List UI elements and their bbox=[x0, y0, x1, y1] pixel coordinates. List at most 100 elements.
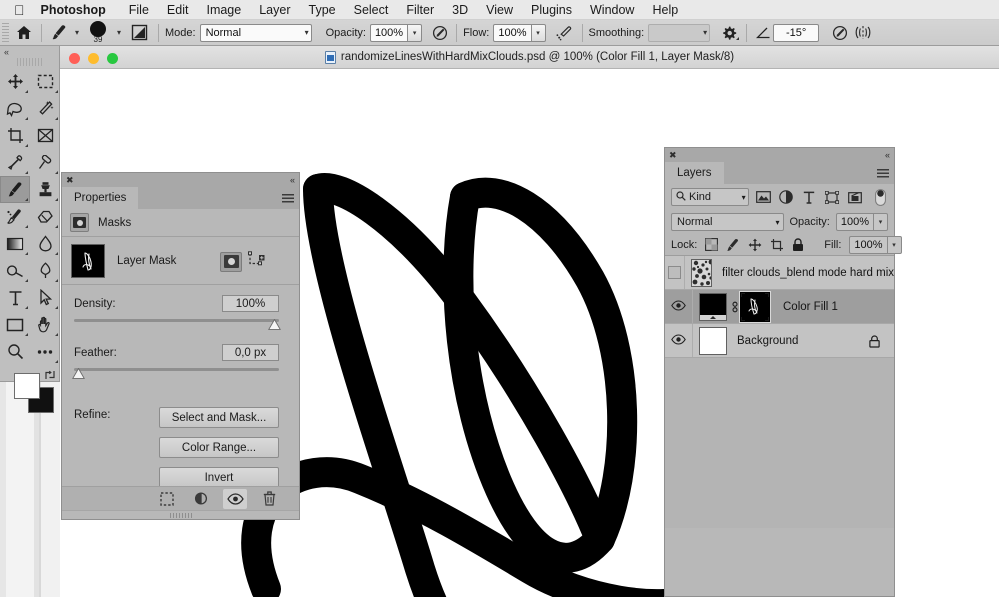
layer-thumbnail-clouds[interactable] bbox=[691, 258, 713, 287]
tool-clone-stamp[interactable] bbox=[30, 176, 60, 203]
options-bar-grip[interactable] bbox=[2, 22, 9, 43]
density-slider[interactable] bbox=[74, 316, 281, 330]
menu-layer[interactable]: Layer bbox=[250, 0, 299, 20]
tool-eyedropper[interactable] bbox=[0, 149, 30, 176]
apple-menu-icon[interactable]:  bbox=[0, 3, 37, 17]
feather-slider-knob[interactable] bbox=[72, 366, 85, 379]
layer-thumbnail-background[interactable] bbox=[699, 326, 727, 355]
tool-path-selection[interactable] bbox=[30, 284, 60, 311]
tools-collapse-chevrons-icon[interactable]: « bbox=[0, 46, 59, 58]
pressure-opacity-icon[interactable] bbox=[430, 25, 450, 41]
close-icon[interactable]: ✖ bbox=[66, 175, 74, 185]
gear-icon[interactable] bbox=[718, 25, 740, 41]
lock-transparent-pixels-icon[interactable] bbox=[705, 237, 719, 252]
menu-help[interactable]: Help bbox=[643, 0, 687, 20]
layer-mask-thumbnail[interactable] bbox=[741, 292, 769, 321]
menu-window[interactable]: Window bbox=[581, 0, 643, 20]
zoom-button[interactable] bbox=[107, 53, 118, 64]
flow-stepper[interactable]: ▾ bbox=[531, 23, 546, 42]
brush-panel-icon[interactable] bbox=[126, 24, 152, 41]
menu-filter[interactable]: Filter bbox=[397, 0, 443, 20]
tool-dodge[interactable] bbox=[0, 257, 30, 284]
lock-all-icon[interactable] bbox=[792, 237, 804, 252]
color-range-button[interactable]: Color Range... bbox=[159, 437, 279, 458]
tab-layers[interactable]: Layers bbox=[665, 162, 724, 184]
filter-type-layers-icon[interactable] bbox=[801, 189, 817, 205]
layer-mask-thumbnail[interactable] bbox=[71, 243, 105, 278]
tool-healing-brush[interactable] bbox=[30, 149, 60, 176]
layer-visibility-toggle[interactable] bbox=[665, 256, 686, 289]
tool-move[interactable] bbox=[0, 68, 30, 95]
delete-mask-icon[interactable] bbox=[257, 489, 281, 509]
pixel-mask-icon[interactable] bbox=[220, 251, 242, 272]
menu-type[interactable]: Type bbox=[300, 0, 345, 20]
apply-mask-icon[interactable] bbox=[189, 489, 213, 509]
collapse-chevrons-icon[interactable]: « bbox=[290, 175, 295, 185]
tool-rectangular-marquee[interactable] bbox=[30, 68, 60, 95]
tool-magic-wand[interactable] bbox=[30, 95, 60, 122]
table-row[interactable]: Color Fill 1 bbox=[665, 290, 894, 324]
menu-file[interactable]: File bbox=[120, 0, 158, 20]
menu-3d[interactable]: 3D bbox=[443, 0, 477, 20]
filter-shape-layers-icon[interactable] bbox=[824, 189, 840, 205]
brush-preset-chevron-down-icon[interactable]: ▾ bbox=[70, 24, 84, 42]
lock-artboard-nesting-icon[interactable] bbox=[770, 237, 784, 252]
layers-opacity-value[interactable]: 100% bbox=[835, 213, 874, 231]
panel-menu-icon[interactable] bbox=[877, 169, 889, 178]
panel-resize-grip[interactable] bbox=[62, 510, 299, 519]
close-button[interactable] bbox=[69, 53, 80, 64]
menu-view[interactable]: View bbox=[477, 0, 522, 20]
panel-menu-icon[interactable] bbox=[282, 194, 294, 203]
tool-rectangle-shape[interactable] bbox=[0, 311, 30, 338]
layer-blend-mode-select[interactable]: Normal ▾ bbox=[671, 213, 784, 231]
brush-size-preview[interactable]: 39 bbox=[84, 20, 112, 45]
menu-image[interactable]: Image bbox=[197, 0, 250, 20]
tool-lasso[interactable] bbox=[0, 95, 30, 122]
smoothing-value-field[interactable]: ▾ bbox=[648, 23, 711, 42]
feather-slider[interactable] bbox=[72, 365, 279, 379]
tool-zoom[interactable] bbox=[0, 338, 30, 365]
filter-adjustment-layers-icon[interactable] bbox=[778, 189, 794, 205]
table-row[interactable]: Background bbox=[665, 324, 894, 358]
fill-stepper[interactable]: ▾ bbox=[887, 235, 902, 254]
lock-image-pixels-icon[interactable] bbox=[726, 237, 740, 252]
feather-value[interactable]: 0,0 px bbox=[222, 344, 279, 361]
menu-select[interactable]: Select bbox=[345, 0, 398, 20]
close-icon[interactable]: ✖ bbox=[669, 150, 677, 160]
minimize-button[interactable] bbox=[88, 53, 99, 64]
filter-kind-select[interactable]: Kind ▾ bbox=[671, 188, 749, 206]
mask-thumbnail-icon[interactable] bbox=[70, 213, 89, 232]
brush-angle-value[interactable]: -15° bbox=[773, 23, 820, 42]
tool-pen[interactable] bbox=[30, 257, 60, 284]
tab-properties[interactable]: Properties bbox=[62, 187, 139, 209]
opacity-stepper[interactable]: ▾ bbox=[408, 23, 423, 42]
layer-visibility-toggle[interactable] bbox=[665, 324, 693, 357]
filter-smart-objects-icon[interactable] bbox=[847, 189, 863, 205]
blend-mode-select[interactable]: Normal ▾ bbox=[199, 23, 312, 42]
brush-size-chevron-down-icon[interactable]: ▾ bbox=[112, 24, 126, 42]
fill-value[interactable]: 100% bbox=[849, 235, 888, 254]
home-icon[interactable] bbox=[13, 23, 35, 43]
vector-mask-icon[interactable] bbox=[248, 251, 265, 272]
menu-edit[interactable]: Edit bbox=[158, 0, 198, 20]
flow-value[interactable]: 100% bbox=[493, 23, 532, 42]
foreground-color-swatch[interactable] bbox=[14, 373, 40, 399]
tools-panel-grip[interactable] bbox=[16, 58, 43, 66]
airbrush-icon[interactable] bbox=[554, 25, 576, 41]
tool-frame[interactable] bbox=[30, 122, 60, 149]
tool-gradient[interactable] bbox=[0, 230, 30, 257]
link-layers-icon[interactable] bbox=[730, 300, 739, 314]
tool-blur[interactable] bbox=[30, 230, 60, 257]
load-selection-from-mask-icon[interactable] bbox=[155, 489, 179, 509]
tool-type[interactable] bbox=[0, 284, 30, 311]
layer-visibility-toggle[interactable] bbox=[665, 290, 693, 323]
menu-photoshop[interactable]: Photoshop bbox=[37, 0, 120, 20]
opacity-value[interactable]: 100% bbox=[369, 23, 409, 42]
filter-pixel-layers-icon[interactable] bbox=[756, 189, 772, 205]
lock-position-icon[interactable] bbox=[748, 237, 762, 252]
layers-opacity-stepper[interactable]: ▾ bbox=[874, 213, 888, 231]
table-row[interactable]: filter clouds_blend mode hard mix bbox=[665, 256, 894, 290]
toggle-mask-icon[interactable] bbox=[223, 488, 247, 509]
collapse-chevrons-icon[interactable]: « bbox=[885, 150, 890, 160]
density-slider-knob[interactable] bbox=[268, 317, 281, 330]
